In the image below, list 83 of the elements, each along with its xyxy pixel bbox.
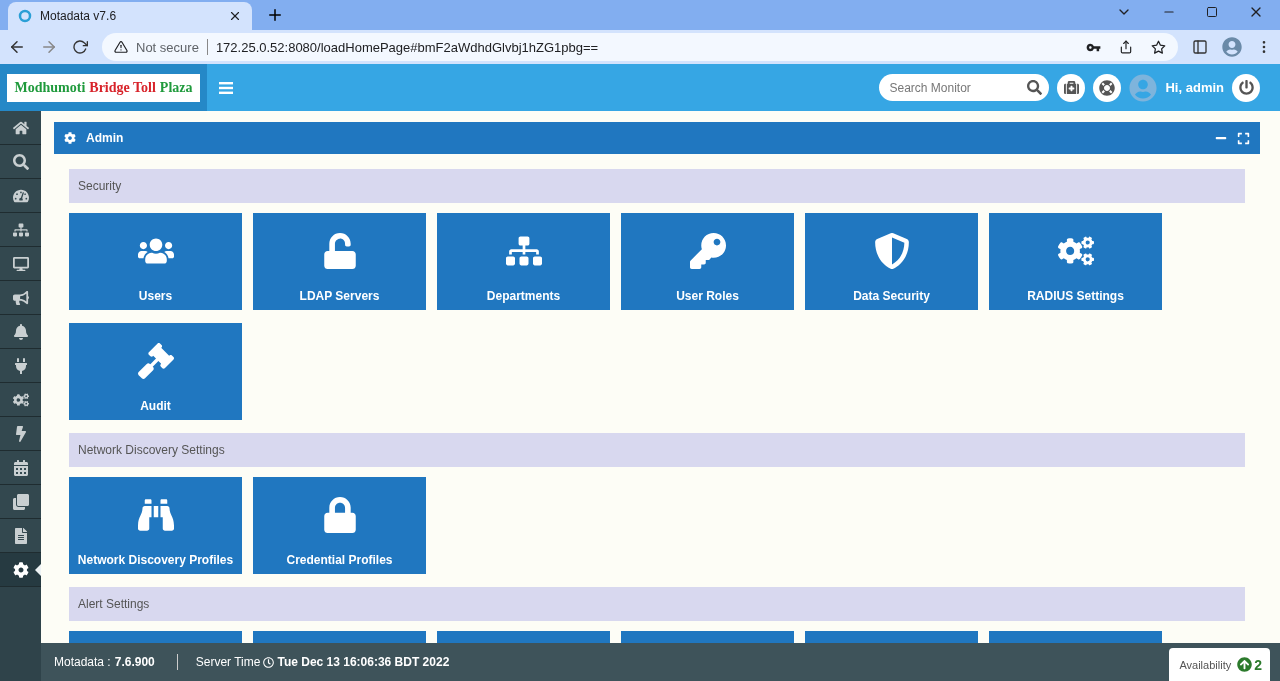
sidebar-item[interactable] [0,553,41,587]
profile-avatar-icon[interactable] [1222,37,1242,57]
sidebar-item[interactable] [0,417,41,451]
copy-icon [12,493,29,510]
calendar-icon [12,459,29,476]
binoculars-icon [137,497,174,533]
logo: Modhumoti Bridge Toll Plaza [6,73,201,102]
server-time: Tue Dec 13 16:06:36 BDT 2022 [277,655,450,669]
plug-icon [12,357,29,374]
admin-tile[interactable]: Users [69,213,242,310]
sidebar-item[interactable] [0,485,41,519]
shield-icon [873,233,910,269]
monitor-icon [12,255,29,272]
medkit-button[interactable] [1057,73,1086,102]
close-icon[interactable] [228,9,242,23]
sidebar-item[interactable] [0,349,41,383]
security-label: Not secure [136,39,199,55]
reload-icon[interactable] [72,39,88,55]
server-time-label: Server Time [195,655,261,669]
up-arrow-icon [1237,657,1253,672]
help-button[interactable] [1093,73,1122,102]
lifebuoy-icon [1099,79,1116,96]
warning-icon [114,40,128,54]
gavel-icon [137,343,174,379]
bell-icon [12,323,29,340]
unlock-icon [321,233,358,269]
admin-tile[interactable]: RADIUS Settings [989,213,1162,310]
megaphone-icon [12,289,29,306]
sidebar-item[interactable] [0,145,41,179]
section-header: Security [69,169,1245,203]
forward-arrow-icon[interactable] [40,38,58,56]
availability-widget[interactable]: Availability 2 [1169,648,1270,681]
expand-icon [1237,131,1250,145]
lock-icon [321,497,358,533]
power-button[interactable] [1232,73,1260,102]
admin-tile[interactable]: User Roles [621,213,794,310]
sidebar-item[interactable] [0,111,41,145]
admin-tile[interactable]: Audit [69,323,242,420]
gauge-icon [12,187,29,204]
tab-title: Motadata v7.6 [40,9,118,23]
section-header: Network Discovery Settings [69,433,1245,467]
expand-button[interactable] [1237,131,1250,145]
new-tab-icon[interactable] [266,6,284,24]
address-field[interactable]: Not secure 172.25.0.52:8080/loadHomePage#bmF2aWdhdGlvbj1hZG1pbg== [102,33,1178,61]
back-arrow-icon[interactable] [8,38,26,56]
admin-tile[interactable]: Credential Profiles [253,477,426,574]
home-icon [12,119,29,136]
sidebar-item[interactable] [0,213,41,247]
admin-tile[interactable]: Data Security [805,213,978,310]
greeting[interactable]: Hi, admin [1165,80,1224,95]
search-field[interactable]: Search Monitor [879,74,1050,101]
browser-tab[interactable]: Motadata v7.6 [8,2,252,30]
document-icon [12,527,29,544]
hierarchy-icon [12,221,29,238]
share-icon[interactable] [1119,40,1133,54]
sidebar-item[interactable] [0,451,41,485]
avatar-icon [1129,73,1158,102]
admin-tile[interactable]: LDAP Servers [253,213,426,310]
sidebar-item[interactable] [0,281,41,315]
gears-icon [12,391,29,408]
admin-tile[interactable]: Network Discovery Profiles [69,477,242,574]
section-header: Alert Settings [69,587,1245,621]
medkit-icon [1064,80,1079,95]
star-icon[interactable] [1151,39,1166,55]
search-icon[interactable] [1027,80,1043,95]
settings-icon [12,561,29,578]
sidebar-item[interactable] [0,179,41,213]
power-icon [1238,80,1254,95]
url-text: 172.25.0.52:8080/loadHomePage#bmF2aWdhdGlvbj1hZG1pbg== [215,39,599,55]
sidebar-item[interactable] [0,519,41,553]
sidebar-item[interactable] [0,315,41,349]
panel-title: Admin [86,131,125,145]
admin-tile[interactable]: Departments [437,213,610,310]
settings-icon [64,132,76,144]
sidebar-item[interactable] [0,383,41,417]
key-icon [689,233,726,269]
restore-icon[interactable] [1206,6,1218,18]
loading-ring-icon [18,9,32,23]
sidebar-item[interactable] [0,247,41,281]
version-text: Motadata : 7.6.900 [54,655,155,669]
side-panel-icon[interactable] [1192,39,1208,55]
search-icon [12,153,29,170]
clock-icon [263,656,275,668]
